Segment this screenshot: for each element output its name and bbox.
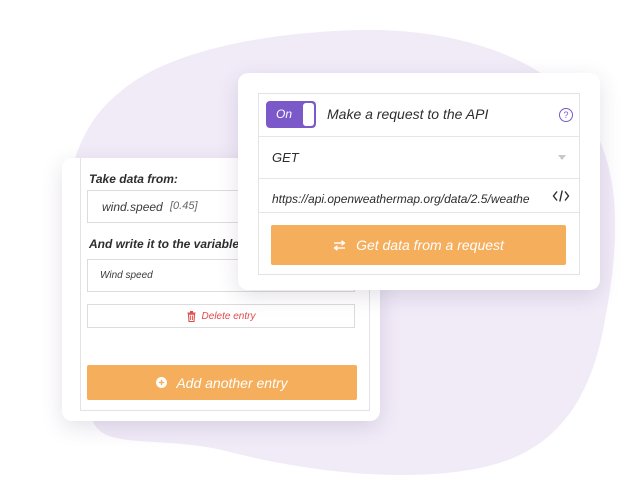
api-request-card: On Make a request to the API ? GET https…: [238, 73, 600, 290]
plus-circle-icon: [156, 377, 168, 388]
method-value: GET: [272, 150, 299, 165]
variable-value: Wind speed: [100, 270, 153, 281]
toggle-label: On: [276, 107, 293, 121]
write-variable-label: And write it to the variable: [89, 237, 240, 251]
source-value: wind.speed: [102, 200, 163, 214]
request-title: Make a request to the API: [327, 106, 489, 122]
api-request-form: On Make a request to the API ? GET https…: [258, 93, 580, 275]
delete-entry-label: Delete entry: [201, 310, 256, 322]
get-data-label: Get data from a request: [356, 237, 504, 253]
url-field[interactable]: https://api.openweathermap.org/data/2.5/…: [259, 179, 579, 213]
get-data-button[interactable]: Get data from a request: [271, 225, 566, 265]
chevron-down-icon: [558, 155, 566, 160]
add-entry-label: Add another entry: [176, 374, 288, 391]
source-hint: [0.45]: [170, 200, 198, 212]
enable-toggle[interactable]: On: [266, 101, 316, 128]
delete-entry-button[interactable]: Delete entry: [87, 304, 355, 328]
code-icon[interactable]: [552, 189, 570, 203]
take-data-label: Take data from:: [89, 172, 178, 186]
method-select[interactable]: GET: [259, 137, 579, 179]
url-value: https://api.openweathermap.org/data/2.5/…: [272, 192, 530, 206]
swap-arrows-icon: [333, 239, 346, 251]
trash-icon: [187, 310, 196, 322]
add-entry-button[interactable]: Add another entry: [87, 365, 357, 400]
request-header-row: On Make a request to the API ?: [259, 94, 579, 137]
question-icon[interactable]: ?: [559, 108, 573, 122]
toggle-knob: [303, 103, 314, 126]
